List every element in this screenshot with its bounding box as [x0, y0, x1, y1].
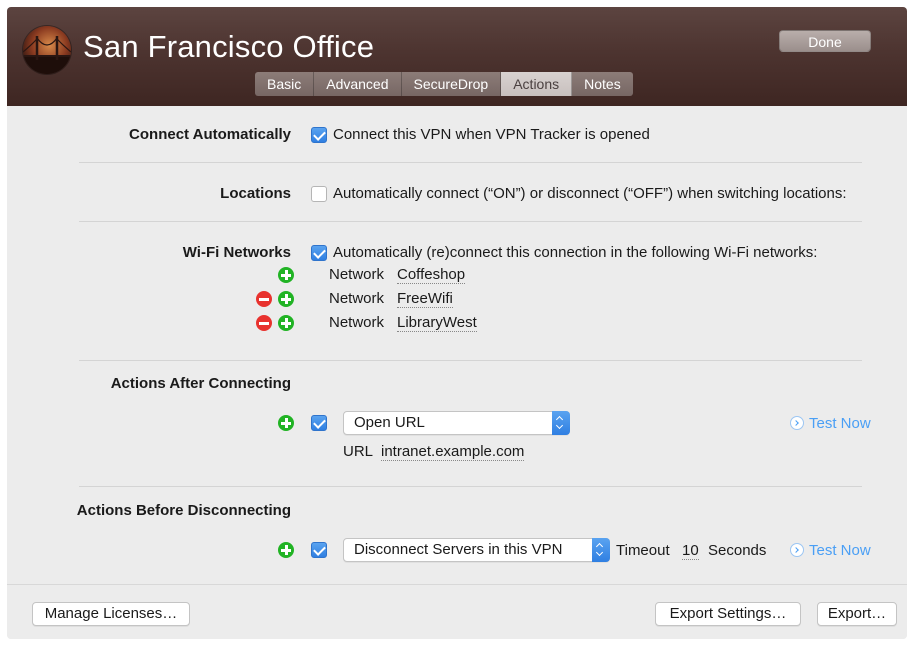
add-network-icon[interactable] [278, 291, 294, 307]
test-now-link[interactable]: Test Now [790, 415, 871, 432]
network-name-field[interactable]: FreeWifi [397, 290, 453, 308]
header: San Francisco Office Done Basic Advanced… [7, 7, 907, 106]
divider [79, 360, 862, 361]
tab-notes[interactable]: Notes [572, 72, 633, 96]
locations-text: Automatically connect (“ON”) or disconne… [333, 185, 847, 202]
remove-network-icon[interactable] [256, 291, 272, 307]
footer: Manage Licenses… Export Settings… Export… [7, 584, 907, 639]
test-now-link[interactable]: Test Now [790, 542, 871, 559]
connect-automatically-label: Connect Automatically [129, 126, 291, 143]
export-settings-button[interactable]: Export Settings… [655, 602, 801, 626]
divider [79, 486, 862, 487]
manage-licenses-button[interactable]: Manage Licenses… [32, 602, 190, 626]
network-name-field[interactable]: Coffeshop [397, 266, 466, 284]
action-enabled-checkbox[interactable] [311, 415, 327, 431]
divider [79, 162, 862, 163]
tab-actions[interactable]: Actions [501, 72, 573, 96]
divider [79, 221, 862, 222]
network-label: Network [329, 314, 385, 331]
action-type-select[interactable]: Disconnect Servers in this VPN [343, 538, 610, 562]
connect-automatically-checkbox[interactable] [311, 127, 327, 143]
add-network-icon[interactable] [278, 267, 294, 283]
locations-label: Locations [220, 185, 291, 202]
add-action-icon[interactable] [278, 542, 294, 558]
actions-after-connecting-label: Actions After Connecting [110, 375, 291, 392]
window-title: San Francisco Office [83, 29, 375, 64]
url-field[interactable]: intranet.example.com [381, 443, 525, 461]
popup-chevron-icon [552, 411, 570, 435]
timeout-label: Timeout [616, 542, 670, 559]
done-button[interactable]: Done [779, 30, 871, 52]
add-network-icon[interactable] [278, 315, 294, 331]
add-action-icon[interactable] [278, 415, 294, 431]
action-type-select[interactable]: Open URL [343, 411, 570, 435]
seconds-label: Seconds [708, 542, 767, 559]
connect-automatically-text: Connect this VPN when VPN Tracker is ope… [333, 126, 650, 143]
actions-before-disconnecting-label: Actions Before Disconnecting [76, 502, 291, 519]
url-label: URL [343, 443, 374, 460]
wifi-checkbox[interactable] [311, 245, 327, 261]
timeout-field[interactable]: 10 [682, 542, 699, 560]
tab-advanced[interactable]: Advanced [314, 72, 402, 96]
action-type-value: Disconnect Servers in this VPN [354, 541, 563, 558]
tab-securedrop[interactable]: SecureDrop [401, 72, 502, 96]
action-enabled-checkbox[interactable] [311, 542, 327, 558]
locations-checkbox[interactable] [311, 186, 327, 202]
preferences-window: San Francisco Office Done Basic Advanced… [7, 7, 907, 639]
arrow-circle-icon [790, 416, 804, 430]
arrow-circle-icon [790, 543, 804, 557]
action-type-value: Open URL [354, 414, 425, 431]
wifi-text: Automatically (re)connect this connectio… [333, 244, 818, 261]
actions-pane: Connect Automatically Connect this VPN w… [7, 106, 907, 584]
export-button[interactable]: Export… [817, 602, 897, 626]
connection-avatar [23, 26, 71, 74]
remove-network-icon[interactable] [256, 315, 272, 331]
wifi-networks-label: Wi-Fi Networks [182, 244, 291, 261]
network-name-field[interactable]: LibraryWest [397, 314, 477, 332]
tab-bar: Basic Advanced SecureDrop Actions Notes [255, 72, 633, 96]
test-now-label: Test Now [809, 415, 871, 432]
tab-basic[interactable]: Basic [255, 72, 315, 96]
network-label: Network [329, 266, 385, 283]
popup-chevron-icon [592, 538, 610, 562]
network-label: Network [329, 290, 385, 307]
test-now-label: Test Now [809, 542, 871, 559]
